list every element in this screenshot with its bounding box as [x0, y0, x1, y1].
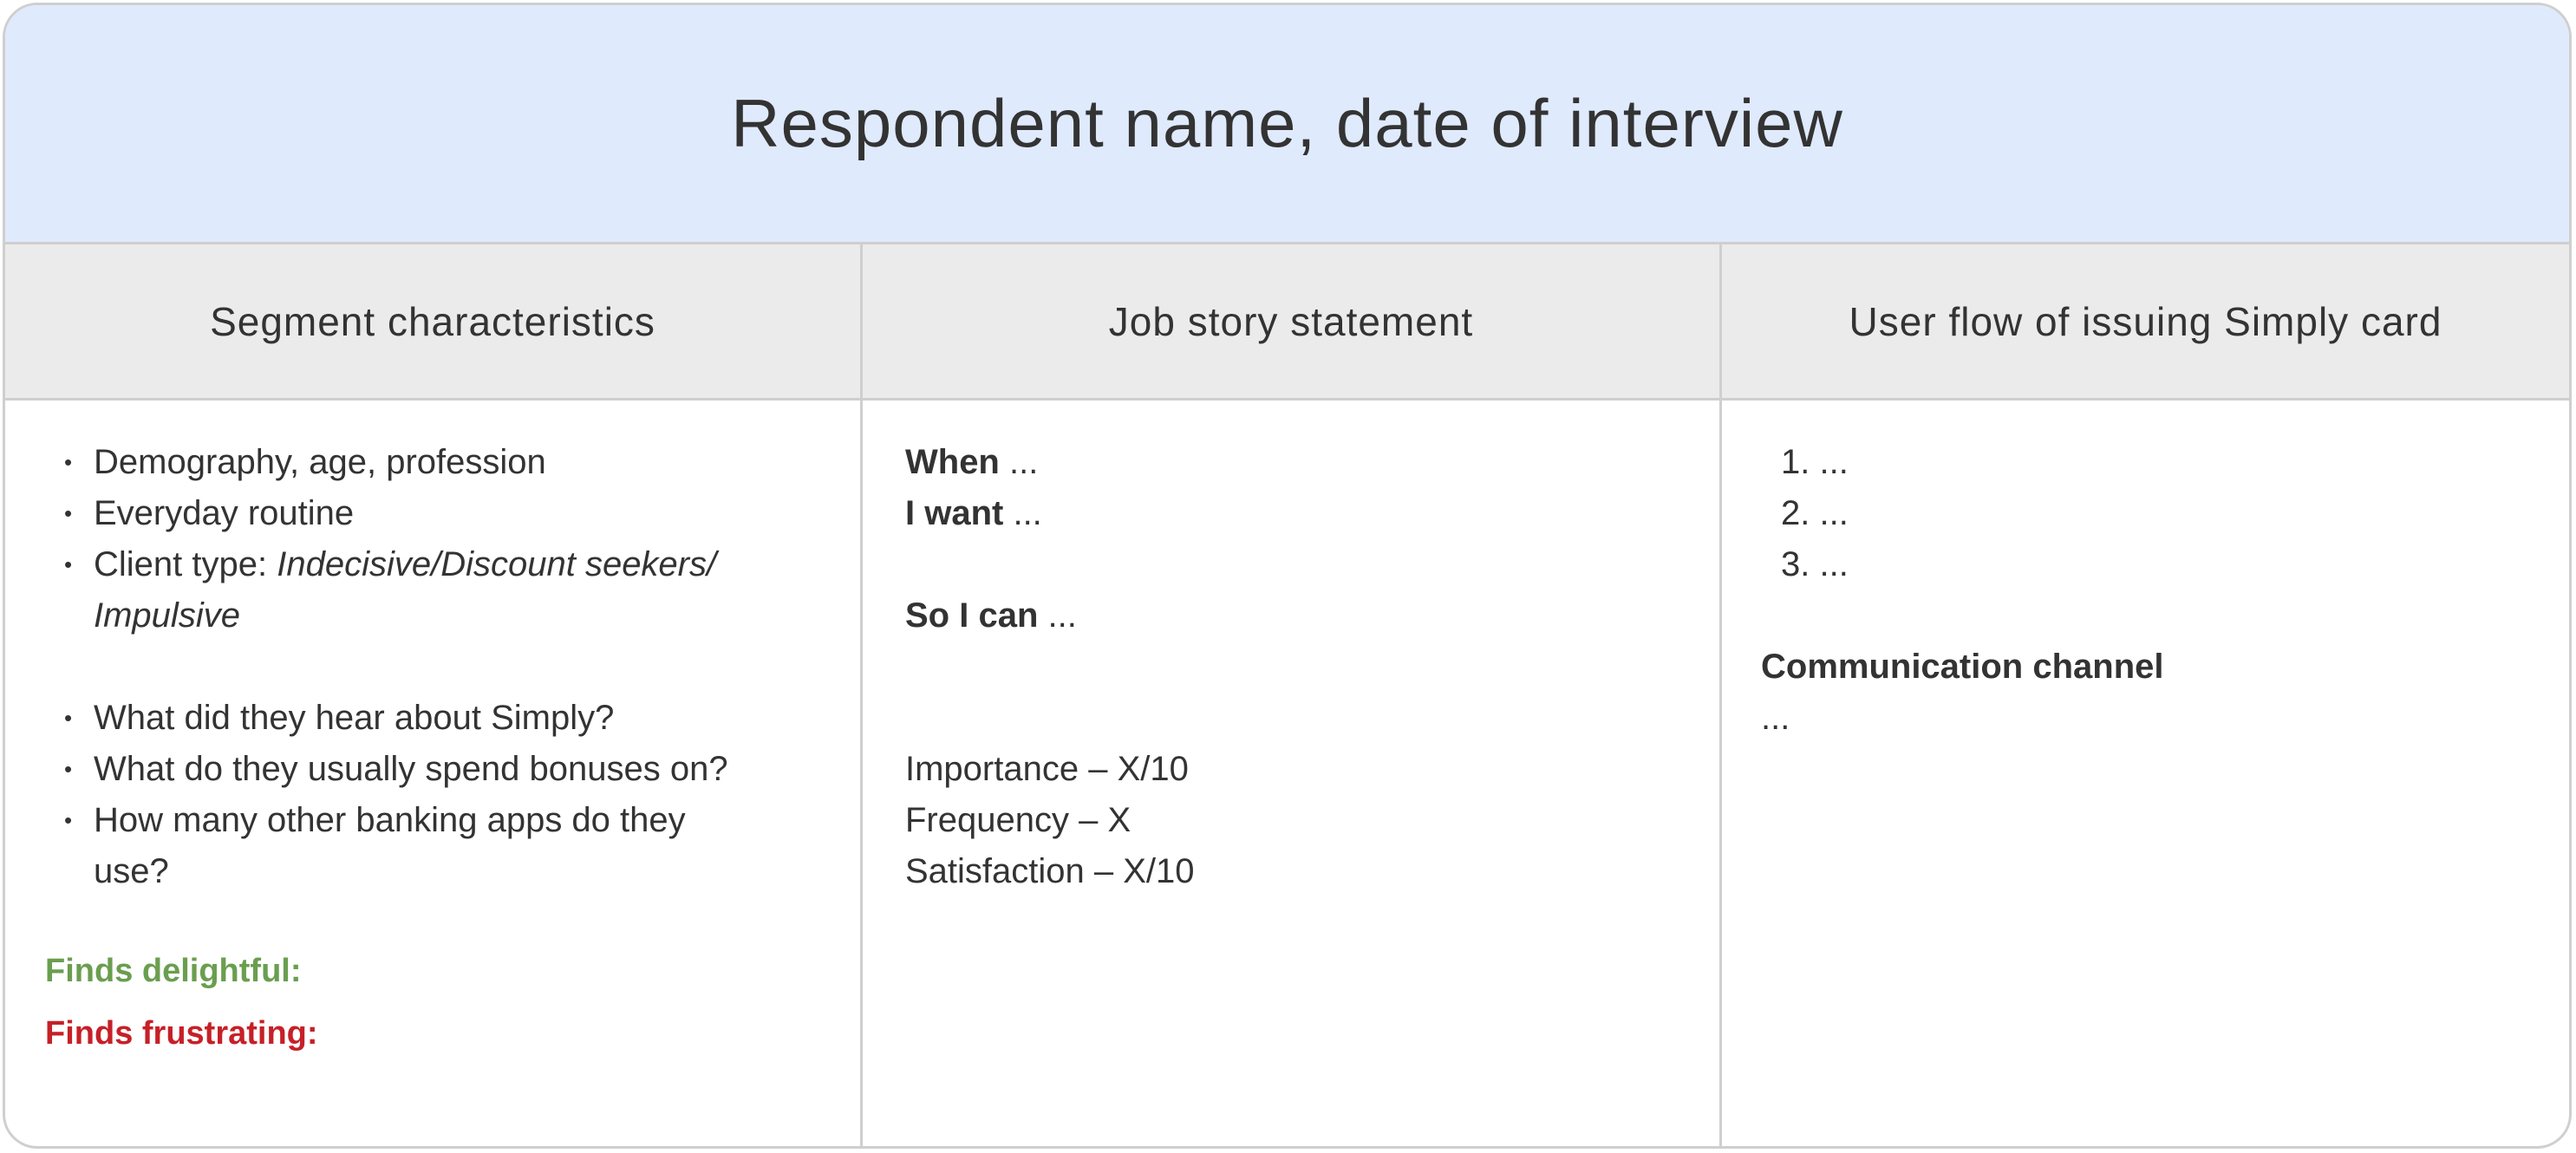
- want-line: I want ...: [905, 488, 1719, 539]
- list-item-continuation: use?: [94, 852, 169, 890]
- so-value: ...: [1038, 596, 1077, 635]
- list-item: Client type: Indecisive/Discount seekers…: [5, 539, 860, 590]
- frequency: Frequency – X: [905, 801, 1131, 839]
- list-item-continuation: Impulsive: [5, 590, 860, 642]
- importance: Importance – X/10: [905, 750, 1189, 788]
- communication-channel-value: ...: [1761, 699, 1790, 737]
- page-title: Respondent name, date of interview: [731, 85, 1843, 161]
- user-flow-column: User flow of issuing Simply card 1. ... …: [1722, 244, 2569, 1146]
- so-label: So I can: [905, 596, 1039, 635]
- finds-frustrating-label: Finds frustrating:: [45, 1015, 318, 1052]
- satisfaction: Satisfaction – X/10: [905, 852, 1195, 890]
- list-item: What do they usually spend bonuses on?: [5, 744, 860, 795]
- when-value: ...: [999, 443, 1039, 481]
- segment-column: Segment characteristics Demography, age,…: [5, 244, 863, 1146]
- so-line: So I can ...: [905, 590, 1719, 642]
- channel-label-text: Communication channel: [1761, 648, 2164, 686]
- title-bar: Respondent name, date of interview: [5, 5, 2569, 244]
- interview-card: Respondent name, date of interview Segme…: [3, 3, 2572, 1149]
- flow-step: 3. ...: [1781, 545, 1849, 583]
- flow-step: 2. ...: [1781, 494, 1849, 532]
- list-item: How many other banking apps do they: [5, 795, 860, 846]
- flow-step: 1. ...: [1781, 443, 1849, 481]
- client-type-label: Client type:: [94, 545, 277, 583]
- column-header-user-flow: User flow of issuing Simply card: [1722, 244, 2569, 401]
- want-label: I want: [905, 494, 1004, 532]
- client-type-value: Indecisive/Discount seekers/: [277, 545, 717, 583]
- when-label: When: [905, 443, 1000, 481]
- want-value: ...: [1003, 494, 1042, 532]
- list-item: Everyday routine: [5, 488, 860, 539]
- column-header-segment: Segment characteristics: [5, 244, 860, 401]
- client-type-value-cont: Impulsive: [94, 596, 240, 635]
- column-header-job-story: Job story statement: [863, 244, 1719, 401]
- list-item: Demography, age, profession: [5, 437, 860, 488]
- list-item: What did they hear about Simply?: [5, 693, 860, 744]
- finds-delightful-label: Finds delightful:: [45, 953, 302, 989]
- job-story-column: Job story statement When ... I want ... …: [863, 244, 1722, 1146]
- communication-channel-label: Communication channel: [1761, 642, 2569, 693]
- when-line: When ...: [905, 437, 1719, 488]
